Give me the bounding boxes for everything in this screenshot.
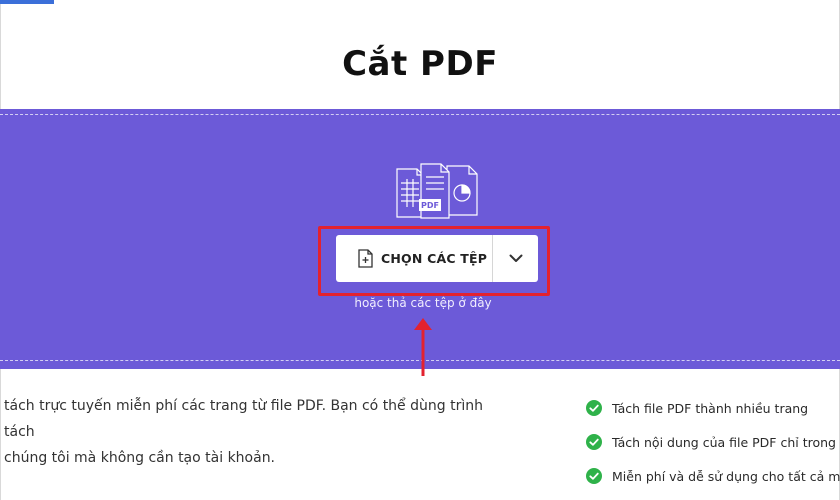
feature-item: Miễn phí và dễ sử dụng cho tất cả mọi n [586, 459, 840, 493]
upload-source-dropdown-button[interactable] [493, 235, 538, 282]
check-circle-icon [586, 468, 602, 484]
page-title: Cắt PDF [342, 44, 498, 84]
choose-files-label: CHỌN CÁC TỆP [381, 251, 488, 266]
feature-text: Miễn phí và dễ sử dụng cho tất cả mọi n [612, 468, 840, 484]
annotation-arrow [414, 318, 432, 376]
drop-files-hint: hoặc thả các tệp ở đây [354, 296, 492, 310]
feature-text: Tách file PDF thành nhiều trang [612, 400, 809, 416]
chevron-down-icon [509, 254, 522, 262]
feature-item: Tách nội dung của file PDF chỉ trong vài [586, 425, 840, 459]
feature-text: Tách nội dung của file PDF chỉ trong vài [612, 434, 840, 450]
check-circle-icon [586, 400, 602, 416]
document-add-icon [358, 249, 373, 268]
choose-files-button[interactable]: CHỌN CÁC TỆP [336, 235, 492, 282]
feature-list: Tách file PDF thành nhiều trang Tách nội… [586, 391, 840, 493]
feature-item: Tách file PDF thành nhiều trang [586, 391, 840, 425]
active-tab-indicator [0, 0, 54, 4]
tool-description: tách trực tuyến miễn phí các trang từ fi… [4, 393, 504, 471]
dropzone-border-top [0, 114, 840, 115]
pdf-files-illustration-icon: PDF [396, 163, 478, 219]
check-circle-icon [586, 434, 602, 450]
description-line-2: chúng tôi mà không cần tạo tài khoản. [4, 450, 276, 466]
svg-text:PDF: PDF [421, 201, 439, 210]
description-line-1: tách trực tuyến miễn phí các trang từ fi… [4, 398, 483, 440]
